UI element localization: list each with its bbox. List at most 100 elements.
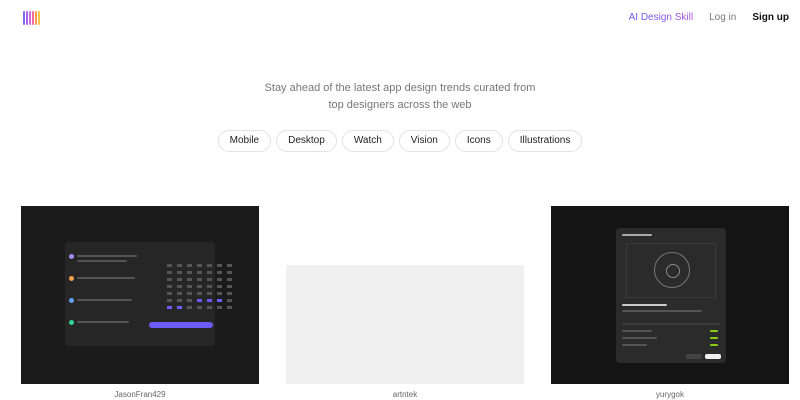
text-line <box>77 299 132 301</box>
calendar-day <box>217 299 222 302</box>
card-author-3[interactable]: yurygok <box>551 390 789 399</box>
hero-tagline-line-1: Stay ahead of the latest app design tren… <box>264 82 536 94</box>
calendar-day <box>177 299 182 302</box>
calendar-day <box>177 285 182 288</box>
calendar-day <box>177 292 182 295</box>
calendar-day <box>217 292 222 295</box>
calendar-day <box>177 278 182 281</box>
calendar-day <box>197 278 202 281</box>
design-card-2[interactable] <box>281 206 524 384</box>
design-thumbnail-1[interactable] <box>21 206 259 384</box>
top-nav: AI Design Skill Log in Sign up <box>629 12 789 23</box>
calendar-day <box>217 278 222 281</box>
category-chips: Mobile Desktop Watch Vision Icons Illust… <box>0 130 800 152</box>
text-line <box>622 344 647 346</box>
toggle-indicator <box>710 337 718 339</box>
calendar-day <box>217 271 222 274</box>
calendar-day <box>167 285 172 288</box>
calendar-day <box>167 306 172 309</box>
thumbnail-placeholder <box>286 265 524 384</box>
avatar <box>69 320 74 325</box>
logo-bar <box>26 11 28 25</box>
logo-bar <box>29 11 31 25</box>
calendar-day <box>187 264 192 267</box>
calendar-day <box>177 264 182 267</box>
calendar-day <box>187 306 192 309</box>
chip-watch[interactable]: Watch <box>341 130 394 152</box>
modal-title-line <box>622 234 652 236</box>
calendar-day <box>197 264 202 267</box>
calendar-day <box>217 264 222 267</box>
text-line <box>77 277 135 279</box>
text-line <box>77 260 127 262</box>
calendar-day <box>207 271 212 274</box>
chip-icons[interactable]: Icons <box>454 130 503 152</box>
ai-design-skill-link[interactable]: AI Design Skill <box>629 12 693 23</box>
calendar-day <box>197 271 202 274</box>
hero-tagline: Stay ahead of the latest app design tren… <box>0 80 800 114</box>
calendar-day <box>227 264 232 267</box>
calendar-day <box>197 299 202 302</box>
fan-icon <box>654 252 690 288</box>
calendar-day <box>197 292 202 295</box>
signup-link[interactable]: Sign up <box>752 12 789 23</box>
calendar-day <box>167 292 172 295</box>
calendar-day <box>207 285 212 288</box>
calendar-day <box>227 306 232 309</box>
calendar-day <box>217 306 222 309</box>
top-bar: AI Design Skill Log in Sign up <box>0 0 800 38</box>
chip-desktop[interactable]: Desktop <box>276 130 337 152</box>
login-link[interactable]: Log in <box>709 12 736 23</box>
calendar-day <box>207 292 212 295</box>
card-author-2[interactable]: artntek <box>286 390 524 399</box>
logo-bar <box>38 11 40 25</box>
chip-vision[interactable]: Vision <box>398 130 450 152</box>
calendar-day <box>207 278 212 281</box>
chip-mobile[interactable]: Mobile <box>217 130 272 152</box>
divider <box>622 323 720 325</box>
toggle-indicator <box>710 344 718 346</box>
text-line <box>622 310 702 312</box>
calendar-day <box>207 306 212 309</box>
calendar-day <box>207 299 212 302</box>
logo-bar <box>23 11 25 25</box>
calendar-day <box>167 271 172 274</box>
text-line <box>77 255 137 257</box>
calendar-day <box>227 278 232 281</box>
thermal-modal <box>616 228 726 363</box>
text-line <box>622 337 657 339</box>
card-author-1[interactable]: JasonFran429 <box>21 390 259 399</box>
secondary-button <box>686 354 702 359</box>
primary-button <box>705 354 721 359</box>
calendar-day <box>177 306 182 309</box>
avatar <box>69 254 74 259</box>
calendar-day <box>197 306 202 309</box>
logo-bar <box>32 11 34 25</box>
calendar-day <box>187 285 192 288</box>
calendar-day <box>177 271 182 274</box>
brand-logo-icon[interactable] <box>23 11 40 25</box>
logo-bar <box>35 11 37 25</box>
calendar-day <box>227 271 232 274</box>
text-line <box>622 330 652 332</box>
calendar-day <box>167 264 172 267</box>
text-line <box>77 321 129 323</box>
design-card-3[interactable] <box>551 206 789 384</box>
design-thumbnail-3[interactable] <box>551 206 789 384</box>
avatar <box>69 276 74 281</box>
design-thumbnail-2[interactable] <box>281 206 524 384</box>
calendar-day <box>197 285 202 288</box>
toggle-indicator <box>710 330 718 332</box>
calendar-day <box>217 285 222 288</box>
hero-tagline-line-2: top designers across the web <box>328 99 472 111</box>
calendar-day <box>167 299 172 302</box>
calendar-cta-button <box>149 322 213 328</box>
calendar-day <box>187 278 192 281</box>
calendar-day <box>187 292 192 295</box>
avatar <box>69 298 74 303</box>
calendar-day <box>207 264 212 267</box>
chip-illustrations[interactable]: Illustrations <box>507 130 583 152</box>
calendar-day <box>187 299 192 302</box>
design-card-1[interactable] <box>21 206 259 384</box>
calendar-day <box>227 299 232 302</box>
